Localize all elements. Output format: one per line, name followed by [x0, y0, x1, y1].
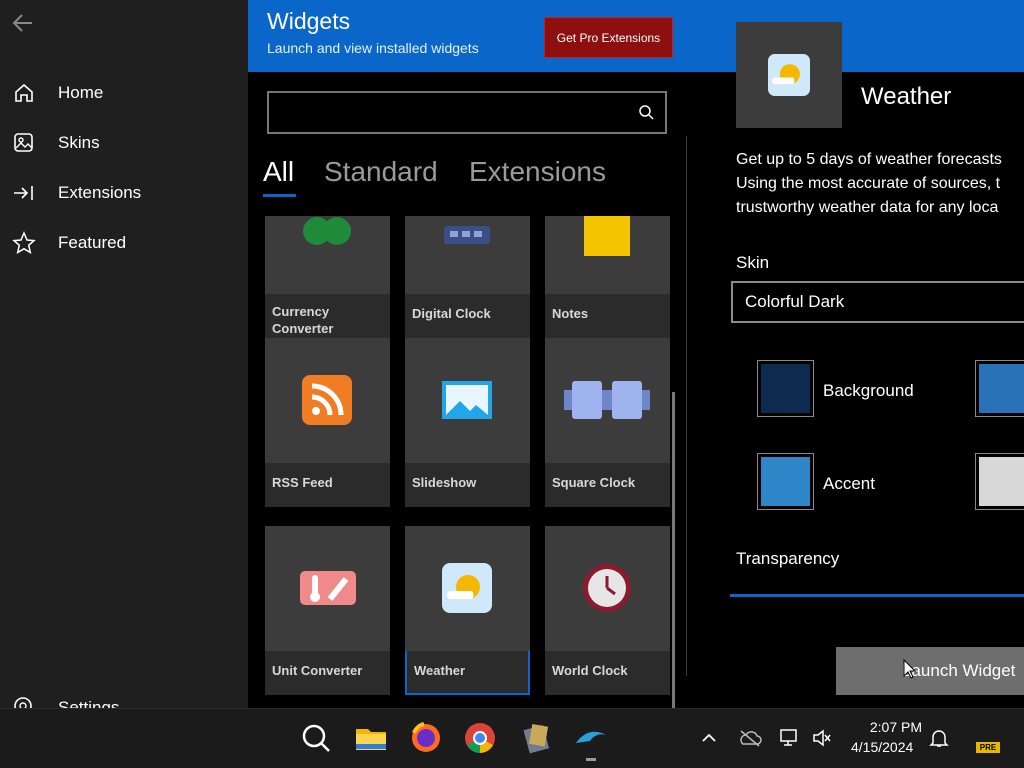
- cloud-offline-icon[interactable]: [738, 729, 762, 747]
- settings-link[interactable]: Settings: [58, 698, 119, 708]
- widget-name: Weather: [414, 663, 466, 678]
- sidebar-item-extensions[interactable]: Extensions: [0, 173, 248, 213]
- transparency-label: Transparency: [736, 549, 840, 568]
- sidebar-item-label: Featured: [58, 233, 127, 252]
- skins-icon: [14, 133, 33, 152]
- widget-name: Square Clock: [552, 475, 636, 490]
- page-subtitle: Launch and view installed widgets: [267, 40, 479, 56]
- extensions-icon: [14, 186, 33, 200]
- widget-tile-notes[interactable]: Notes: [545, 216, 670, 338]
- widget-tile-world-clock[interactable]: World Clock: [545, 526, 670, 695]
- currency-icon: [303, 217, 351, 245]
- color-swatch[interactable]: [975, 453, 1024, 510]
- transparency-slider[interactable]: [730, 594, 1024, 597]
- unit-converter-icon: [300, 571, 356, 605]
- gear-icon[interactable]: [12, 695, 34, 708]
- widget-name: Notes: [552, 306, 589, 321]
- widget-tile-currency-converter[interactable]: Currency Converter: [265, 216, 390, 338]
- notes-icon: [584, 216, 630, 256]
- search-icon[interactable]: [638, 104, 654, 120]
- sidebar-item-label: Skins: [58, 133, 100, 152]
- search-icon[interactable]: [299, 721, 333, 755]
- widget-app-icon[interactable]: [574, 721, 608, 755]
- skin-select-value: Colorful Dark: [745, 292, 845, 311]
- rss-icon: [302, 375, 352, 425]
- active-app-indicator: [586, 758, 596, 761]
- swatch-label: Accent: [823, 474, 875, 493]
- widget-name: Unit Converter: [272, 663, 363, 678]
- panel-divider: [686, 136, 687, 676]
- tab-indicator: [263, 194, 296, 197]
- widget-name: Currency Converter: [272, 304, 334, 336]
- chrome-icon[interactable]: [463, 721, 497, 755]
- preview-badge: PRE: [976, 742, 1000, 753]
- taskbar-time[interactable]: 2:07 PM: [862, 719, 922, 735]
- widget-name: Slideshow: [412, 475, 477, 490]
- taskbar-date[interactable]: 4/15/2024: [851, 739, 913, 755]
- detail-widget-icon: [736, 22, 842, 128]
- widget-name: RSS Feed: [272, 475, 333, 490]
- accent-color-swatch[interactable]: [757, 453, 814, 510]
- widget-grid: Currency Converter Digital Clock Notes R…: [258, 216, 676, 708]
- weather-icon: [442, 563, 492, 613]
- file-explorer-icon[interactable]: [354, 721, 388, 755]
- tab-all[interactable]: All: [263, 156, 294, 188]
- detail-widget-name: Weather: [861, 83, 952, 110]
- background-color-swatch[interactable]: [757, 360, 814, 417]
- taskbar: [0, 708, 1024, 768]
- mouse-cursor-icon: [903, 659, 917, 679]
- search-input[interactable]: [267, 91, 667, 134]
- home-icon: [15, 83, 33, 102]
- widget-tile-slideshow[interactable]: Slideshow: [405, 338, 530, 507]
- sidebar-item-label: Extensions: [58, 183, 142, 202]
- widget-name: Digital Clock: [412, 306, 491, 321]
- widget-name: World Clock: [552, 663, 628, 678]
- detail-description-line: Using the most accurate of sources, t: [736, 175, 1001, 192]
- archive-app-icon[interactable]: [520, 721, 554, 755]
- sidebar-item-featured[interactable]: Featured: [0, 223, 248, 263]
- chevron-up-icon[interactable]: [700, 729, 718, 747]
- sidebar-item-skins[interactable]: Skins: [0, 123, 248, 163]
- sidebar-item-home[interactable]: Home: [0, 73, 248, 113]
- digital-clock-icon: [444, 226, 490, 244]
- get-pro-extensions-button[interactable]: Get Pro Extensions: [544, 17, 673, 58]
- firefox-icon[interactable]: [409, 721, 443, 755]
- swatch-label: Background: [823, 381, 914, 400]
- tab-standard[interactable]: Standard: [324, 156, 438, 188]
- widget-tile-rss-feed[interactable]: RSS Feed: [265, 338, 390, 507]
- detail-description-line: trustworthy weather data for any loca: [736, 199, 999, 216]
- widget-tile-unit-converter[interactable]: Unit Converter: [265, 526, 390, 695]
- slideshow-icon: [442, 381, 492, 419]
- network-icon[interactable]: [779, 728, 801, 748]
- widget-tile-weather[interactable]: Weather: [405, 526, 530, 695]
- weather-icon: [768, 54, 810, 96]
- sidebar-item-label: Home: [58, 83, 104, 102]
- square-clock-icon: [564, 381, 650, 419]
- star-icon: [12, 231, 36, 255]
- widget-tile-square-clock[interactable]: Square Clock: [545, 338, 670, 507]
- world-clock-icon: [583, 564, 631, 612]
- grid-scrollbar[interactable]: [672, 392, 675, 708]
- launch-widget-button[interactable]: Launch Widget: [836, 647, 1024, 695]
- color-swatch[interactable]: [975, 360, 1024, 417]
- detail-description-line: Get up to 5 days of weather forecasts: [736, 151, 1002, 168]
- volume-muted-icon[interactable]: [811, 728, 833, 748]
- back-arrow-icon[interactable]: [10, 10, 36, 36]
- notification-bell-icon[interactable]: [929, 728, 949, 748]
- skin-label: Skin: [736, 253, 770, 272]
- page-title: Widgets: [267, 8, 351, 34]
- widget-tile-digital-clock[interactable]: Digital Clock: [405, 216, 530, 338]
- tab-extensions[interactable]: Extensions: [469, 156, 606, 188]
